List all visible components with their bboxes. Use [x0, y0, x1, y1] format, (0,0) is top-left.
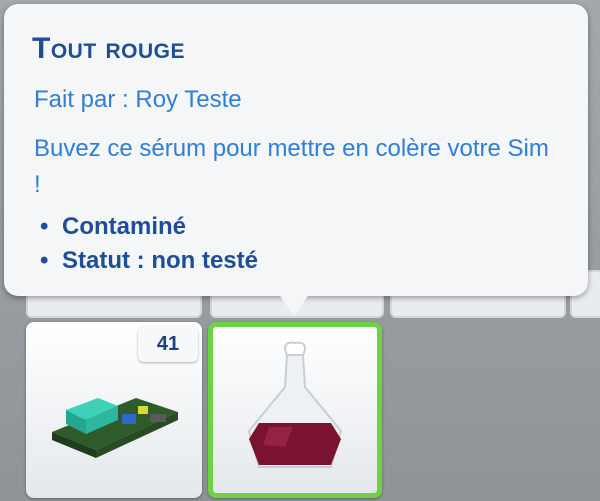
potion-flask-icon	[247, 341, 343, 468]
item-description: Buvez ce sérum pour mettre en colère vot…	[34, 135, 549, 198]
item-tooltip: Tout rouge Fait par : Roy Teste Buvez ce…	[4, 4, 588, 296]
circuit-board-icon	[52, 398, 178, 458]
inventory-slot-circuit-board[interactable]: 41	[26, 322, 202, 498]
tooltip-pointer	[276, 290, 312, 316]
property-contamination: • Contaminé	[40, 213, 187, 240]
item-properties-list: • Contaminé • Statut : non testé	[40, 210, 258, 278]
item-title: Tout rouge	[32, 32, 185, 65]
property-status: • Statut : non testé	[40, 247, 258, 274]
inventory-slot-potion[interactable]	[208, 322, 382, 498]
item-creator: Fait par : Roy Teste	[34, 86, 242, 113]
